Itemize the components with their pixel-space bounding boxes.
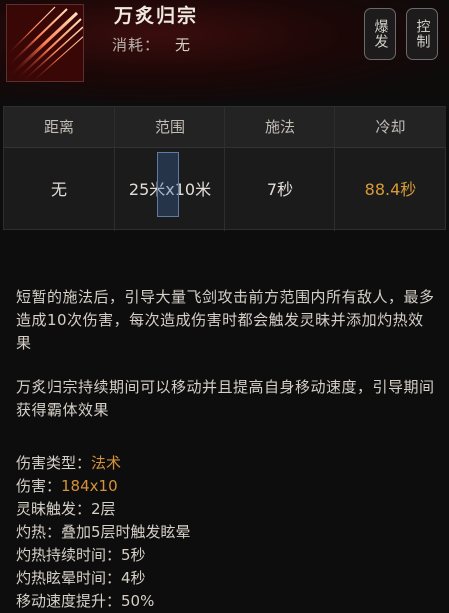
attr-value: 法术 — [91, 454, 122, 472]
cost-value: 无 — [175, 36, 191, 54]
skill-description-movement: 万炙归宗持续期间可以移动并且提高自身移动速度，引导期间获得霸体效果 — [16, 378, 435, 419]
stat-header-cooldown: 冷却 — [335, 107, 446, 148]
attr-key: 伤害： — [16, 477, 62, 495]
attr-value: 5秒 — [121, 546, 146, 564]
attr-value: 184x10 — [61, 477, 118, 495]
attr-burning-stun-duration: 灼热眩晕时间：4秒 — [16, 567, 146, 590]
attr-value: 2层 — [91, 500, 116, 518]
attr-value: 50% — [121, 592, 155, 610]
skill-description-main: 短暂的施法后，引导大量飞剑攻击前方范围内所有敌人，最多造成10次伤害，每次造成伤… — [16, 288, 435, 352]
attr-damage: 伤害：184x10 — [16, 475, 118, 498]
attr-value: 叠加5层时触发眩晕 — [61, 523, 191, 541]
attr-key: 伤害类型： — [16, 454, 92, 472]
attr-key: 灼热： — [16, 523, 62, 541]
attr-key: 灼热持续时间： — [16, 546, 122, 564]
attr-burning-duration: 灼热持续时间：5秒 — [16, 544, 146, 567]
attr-value: 4秒 — [121, 569, 146, 587]
flying-swords-icon — [6, 4, 84, 82]
attr-key: 移动速度提升： — [16, 592, 122, 610]
skill-name: 万炙归宗 — [114, 5, 199, 27]
stat-col-cast: 施法 7秒 — [224, 107, 335, 231]
attr-damage-type: 伤害类型：法术 — [16, 452, 121, 475]
attr-lingmei-trigger: 灵昧触发：2层 — [16, 498, 116, 521]
attr-key: 灼热眩晕时间： — [16, 569, 122, 587]
stat-header-distance: 距离 — [4, 107, 114, 148]
attr-burning: 灼热：叠加5层时触发眩晕 — [16, 521, 191, 544]
control-tag-button[interactable]: 控制 — [406, 8, 438, 60]
attr-move-speed-bonus: 移动速度提升：50% — [16, 590, 154, 613]
stat-value-cast: 7秒 — [266, 180, 294, 199]
cost-label: 消耗： — [112, 36, 161, 54]
stat-value-cooldown: 88.4秒 — [364, 180, 417, 199]
burst-tag-button[interactable]: 爆发 — [364, 8, 396, 60]
stat-col-distance: 距离 无 — [4, 107, 114, 231]
skill-stats-table: 距离 无 范围 25米x10米 施法 7秒 冷却 88.4秒 — [3, 106, 446, 231]
stat-col-cooldown: 冷却 88.4秒 — [334, 107, 446, 231]
attr-key: 灵昧触发： — [16, 500, 92, 518]
stat-header-range: 范围 — [115, 107, 225, 148]
stat-header-cast: 施法 — [225, 107, 335, 148]
stat-value-distance: 无 — [50, 180, 67, 199]
range-shape-indicator — [157, 152, 179, 217]
